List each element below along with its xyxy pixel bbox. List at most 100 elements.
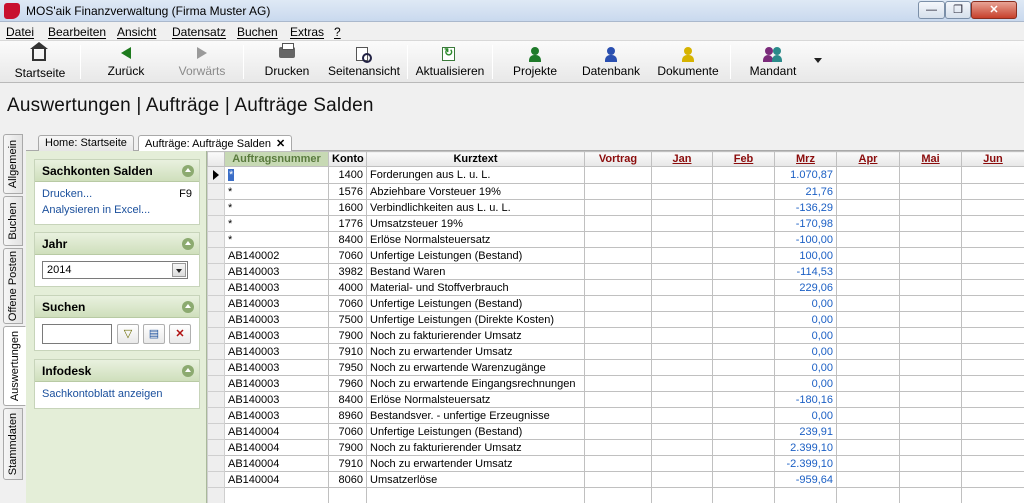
table-row[interactable]: * 1600 Verbindlichkeiten aus L. u. L. -136,… [207, 199, 1024, 216]
grid-cell[interactable] [899, 487, 962, 503]
grid-cell[interactable] [651, 263, 713, 280]
grid-cell[interactable] [651, 231, 713, 248]
grid-cell[interactable]: 1600 [328, 199, 367, 216]
table-row[interactable]: AB140003 7950 Noch zu erwartende Warenzugä… [207, 359, 1024, 376]
grid-cell[interactable] [712, 439, 775, 456]
grid-cell[interactable]: 3982 [328, 263, 367, 280]
grid-cell[interactable] [899, 359, 962, 376]
column-header-8[interactable]: Mai [899, 151, 962, 167]
startseite-button[interactable]: Startseite [10, 42, 70, 81]
column-header-9[interactable]: Jun [961, 151, 1024, 167]
seitenansicht-button[interactable]: Seitenansicht [326, 45, 402, 81]
grid-cell[interactable] [584, 247, 652, 264]
drucken-button[interactable]: Drucken [260, 43, 314, 81]
grid-cell[interactable]: 7060 [328, 423, 367, 440]
toolbar-dropdown-icon[interactable] [814, 58, 822, 63]
projekte-button[interactable]: Projekte [508, 45, 562, 81]
grid-cell[interactable] [712, 359, 775, 376]
grid-cell[interactable] [899, 279, 962, 296]
grid-cell[interactable] [836, 487, 900, 503]
grid-cell[interactable]: 1.070,87 [774, 166, 837, 184]
grid-cell[interactable] [584, 199, 652, 216]
table-row[interactable]: AB140004 7060 Unfertige Leistungen (Bestan… [207, 423, 1024, 440]
datenbank-button[interactable]: Datenbank [580, 45, 642, 81]
grid-cell[interactable]: 0,00 [774, 295, 837, 312]
grid-cell[interactable] [712, 166, 775, 184]
grid-cell[interactable] [584, 407, 652, 424]
grid-cell[interactable]: 229,06 [774, 279, 837, 296]
row-selector[interactable] [207, 311, 225, 328]
grid-cell[interactable] [584, 263, 652, 280]
grid-cell[interactable]: Unfertige Leistungen (Direkte Kosten) [366, 311, 585, 328]
doc-tab-startseite[interactable]: Home: Startseite [38, 135, 134, 151]
grid-cell[interactable] [651, 215, 713, 232]
grid-cell[interactable]: 0,00 [774, 327, 837, 344]
row-selector[interactable] [207, 423, 225, 440]
grid-cell[interactable]: 7910 [328, 343, 367, 360]
table-row[interactable]: * 1576 Abziehbare Vorsteuer 19% 21,76 [207, 183, 1024, 200]
grid-cell[interactable]: -136,29 [774, 199, 837, 216]
grid-cell[interactable] [836, 375, 900, 392]
grid-cell[interactable]: AB140003 [224, 311, 329, 328]
grid-cell[interactable] [651, 199, 713, 216]
grid-cell[interactable] [651, 183, 713, 200]
grid-cell[interactable] [651, 295, 713, 312]
row-selector[interactable] [207, 343, 225, 360]
grid-cell[interactable] [836, 391, 900, 408]
grid-cell[interactable] [366, 487, 585, 503]
grid-cell[interactable] [836, 215, 900, 232]
grid-cell[interactable] [712, 487, 775, 503]
grid-cell[interactable] [712, 375, 775, 392]
table-row[interactable]: AB140004 8060 Umsatzerlöse -959,64 [207, 471, 1024, 488]
search-list-icon[interactable]: ▤ [143, 324, 165, 344]
grid-cell[interactable] [651, 166, 713, 184]
grid-cell[interactable]: 1776 [328, 215, 367, 232]
grid-cell[interactable] [836, 327, 900, 344]
grid-cell[interactable] [584, 166, 652, 184]
grid-cell[interactable] [712, 295, 775, 312]
grid-cell[interactable] [899, 166, 962, 184]
row-selector[interactable] [207, 215, 225, 232]
chevron-up-icon[interactable] [182, 365, 194, 377]
row-selector[interactable] [207, 295, 225, 312]
grid-cell[interactable]: AB140003 [224, 375, 329, 392]
grid-cell[interactable]: -2.399,10 [774, 455, 837, 472]
table-row[interactable]: AB140003 8400 Erlöse Normalsteuersatz -180,… [207, 391, 1024, 408]
grid-cell[interactable] [899, 439, 962, 456]
grid-cell[interactable] [961, 263, 1024, 280]
grid-cell[interactable] [712, 263, 775, 280]
grid-cell[interactable]: AB140004 [224, 471, 329, 488]
grid-cell[interactable] [899, 231, 962, 248]
table-row[interactable]: AB140003 7960 Noch zu erwartende Eingangsr… [207, 375, 1024, 392]
grid-cell[interactable]: Unfertige Leistungen (Bestand) [366, 295, 585, 312]
row-selector[interactable] [207, 375, 225, 392]
grid-cell[interactable]: 4000 [328, 279, 367, 296]
grid-cell[interactable] [584, 391, 652, 408]
grid-cell[interactable] [651, 327, 713, 344]
grid-cell[interactable]: * [224, 183, 329, 200]
row-selector[interactable] [207, 166, 225, 184]
table-row[interactable]: AB140003 4000 Material- und Stoffverbrauch… [207, 279, 1024, 296]
grid-cell[interactable]: 0,00 [774, 407, 837, 424]
grid-cell[interactable] [961, 407, 1024, 424]
side-tab-buchen[interactable]: Buchen [3, 196, 23, 246]
grid-cell[interactable] [899, 375, 962, 392]
grid-cell[interactable] [961, 166, 1024, 184]
table-row[interactable]: AB140002 7060 Unfertige Leistungen (Bestan… [207, 247, 1024, 264]
grid-cell[interactable] [899, 311, 962, 328]
grid-cell[interactable] [899, 247, 962, 264]
chevron-down-icon[interactable] [172, 263, 186, 277]
grid-cell[interactable]: AB140003 [224, 359, 329, 376]
row-selector[interactable] [207, 279, 225, 296]
grid-cell[interactable]: Noch zu fakturierender Umsatz [366, 439, 585, 456]
grid-cell[interactable] [836, 199, 900, 216]
grid-cell[interactable] [584, 471, 652, 488]
grid-cell[interactable]: 100,00 [774, 247, 837, 264]
grid-cell[interactable]: 8400 [328, 391, 367, 408]
column-header-1[interactable]: Konto [328, 151, 367, 167]
grid-cell[interactable]: 7060 [328, 247, 367, 264]
grid-cell[interactable] [961, 439, 1024, 456]
grid-cell[interactable] [712, 279, 775, 296]
side-tab-allgemein[interactable]: Allgemein [3, 134, 23, 194]
grid-cell[interactable] [651, 247, 713, 264]
